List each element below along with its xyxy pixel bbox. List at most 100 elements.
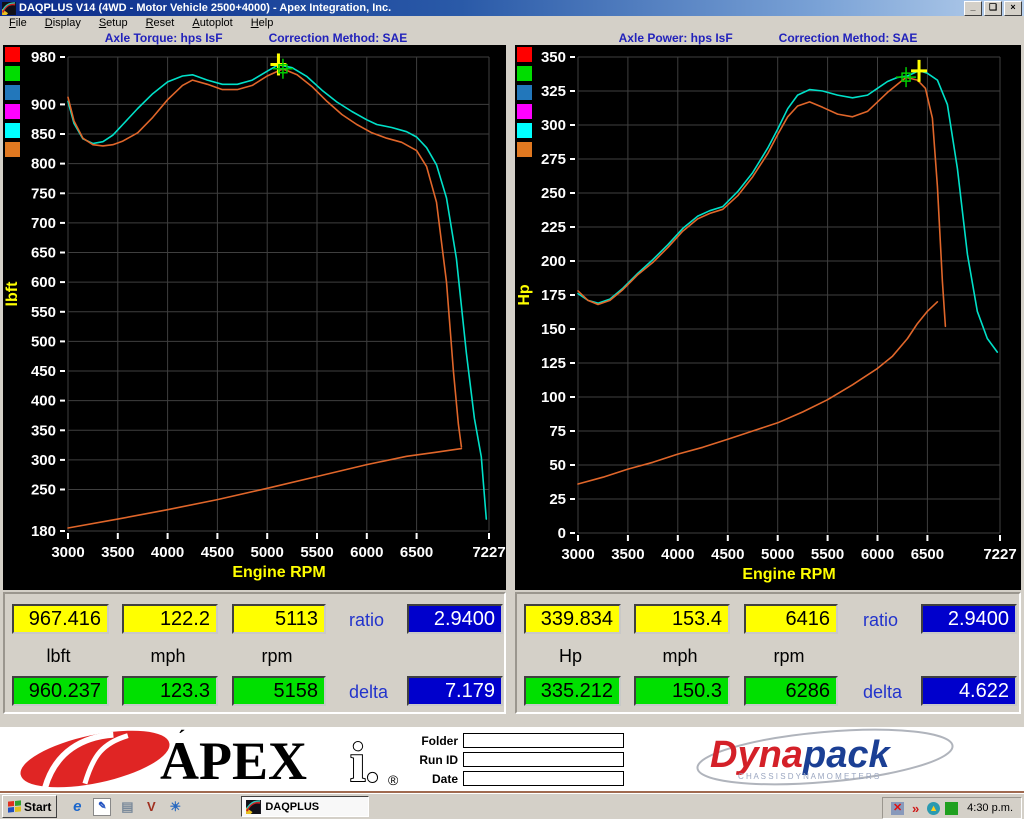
svg-text:´: ´: [178, 729, 185, 750]
power-chart-header: Axle Power: hps IsF Correction Method: S…: [512, 30, 1024, 45]
svg-text:450: 450: [31, 363, 56, 380]
svg-text:150: 150: [541, 321, 566, 338]
power-unit-label: Hp: [524, 646, 617, 667]
network-disconnected-icon[interactable]: ✕: [891, 802, 904, 815]
daqplus-app-icon: [2, 2, 16, 15]
run-info-fields: Folder Run ID Date: [406, 733, 624, 790]
daqplus-app-icon: [246, 800, 261, 814]
ratio-readout: 2.9400: [921, 604, 1017, 634]
delta-readout: 7.179: [407, 676, 503, 706]
daqplus-task-button[interactable]: DAQPLUS: [241, 796, 369, 817]
svg-text:350: 350: [31, 422, 56, 439]
power-chart[interactable]: 3503253002752502252001751501251007550250…: [515, 45, 1021, 590]
status-green-icon[interactable]: [945, 802, 958, 815]
torque-header-title: Axle Torque: hps IsF: [105, 31, 223, 45]
svg-text:pack: pack: [802, 734, 891, 776]
menu-setup[interactable]: Setup: [90, 17, 137, 29]
menu-display[interactable]: Display: [36, 17, 90, 29]
close-button[interactable]: ×: [1004, 1, 1022, 16]
windows-logo-icon: [8, 800, 21, 813]
svg-text:750: 750: [31, 185, 56, 202]
dynapack-subtitle: C H A S S I S D Y N A M O M E T E R S: [738, 772, 879, 781]
torque-chart[interactable]: 9809008508007507006506005505004504003503…: [3, 45, 506, 590]
mph-unit-label: mph: [634, 646, 726, 667]
svg-text:Engine RPM: Engine RPM: [742, 566, 835, 583]
svg-text:25: 25: [549, 491, 566, 508]
peak-mph-readout: 123.3: [122, 676, 218, 706]
svg-text:125: 125: [541, 355, 566, 372]
svg-text:600: 600: [31, 274, 56, 291]
svg-text:5500: 5500: [300, 544, 333, 561]
ratio-label: ratio: [863, 610, 898, 631]
svg-text:4000: 4000: [151, 544, 184, 561]
power-readout-panel: 339.834 153.4 6416 ratio 2.9400 Hp mph r…: [515, 592, 1021, 714]
system-tray: ✕ » ▲ 4:30 p.m.: [882, 797, 1022, 819]
date-label: Date: [406, 772, 458, 786]
delta-label: delta: [863, 682, 902, 703]
torque-chart-header: Axle Torque: hps IsF Correction Method: …: [0, 30, 512, 45]
document-icon[interactable]: ▤: [119, 799, 135, 815]
taskbar: Start e ✎ ▤ V ☀ DAQPLUS ✕ » ▲ 4:30 p.m.: [0, 793, 1024, 819]
svg-text:6000: 6000: [350, 544, 383, 561]
mph-unit-label: mph: [122, 646, 214, 667]
internet-explorer-icon[interactable]: e: [69, 799, 85, 815]
peak-rpm-readout: 5158: [232, 676, 326, 706]
peak-rpm-readout: 6286: [744, 676, 838, 706]
menu-autoplot[interactable]: Autoplot: [183, 17, 241, 29]
svg-text:3500: 3500: [101, 544, 134, 561]
svg-text:0: 0: [558, 525, 566, 542]
svg-text:5000: 5000: [251, 544, 284, 561]
svg-text:900: 900: [31, 96, 56, 113]
svg-text:3000: 3000: [51, 544, 84, 561]
delta-label: delta: [349, 682, 388, 703]
svg-text:5500: 5500: [811, 546, 844, 563]
menu-bar: File Display Setup Reset Autoplot Help: [0, 16, 1024, 31]
cursor-mph-readout: 122.2: [122, 604, 218, 634]
fast-forward-icon[interactable]: »: [909, 802, 922, 815]
minimize-button[interactable]: _: [964, 1, 982, 16]
svg-text:500: 500: [31, 333, 56, 350]
svg-text:225: 225: [541, 219, 566, 236]
start-button[interactable]: Start: [2, 795, 57, 818]
torque-chart-panel[interactable]: 9809008508007507006506005505004504003503…: [3, 45, 506, 590]
svg-text:325: 325: [541, 83, 566, 100]
media-app-icon[interactable]: V: [143, 799, 159, 815]
svg-text:6500: 6500: [911, 546, 944, 563]
power-header-title: Axle Power: hps IsF: [619, 31, 733, 45]
menu-reset[interactable]: Reset: [137, 17, 184, 29]
svg-text:275: 275: [541, 151, 566, 168]
svg-text:400: 400: [31, 393, 56, 410]
restore-button[interactable]: ❏: [984, 1, 1002, 16]
ratio-label: ratio: [349, 610, 384, 631]
folder-input[interactable]: [463, 733, 624, 748]
svg-text:Engine RPM: Engine RPM: [232, 564, 325, 581]
run-id-input[interactable]: [463, 752, 624, 767]
svg-text:4000: 4000: [661, 546, 694, 563]
svg-text:175: 175: [541, 287, 566, 304]
outlook-express-icon[interactable]: ☀: [167, 799, 183, 815]
date-input[interactable]: [463, 771, 624, 786]
svg-text:3000: 3000: [561, 546, 594, 563]
svg-text:7227: 7227: [472, 544, 505, 561]
ratio-readout: 2.9400: [407, 604, 503, 634]
menu-help[interactable]: Help: [242, 17, 283, 29]
svg-text:300: 300: [541, 117, 566, 134]
svg-text:50: 50: [549, 457, 566, 474]
cursor-rpm-readout: 5113: [232, 604, 326, 634]
compose-mail-icon[interactable]: ✎: [93, 798, 111, 816]
svg-text:800: 800: [31, 156, 56, 173]
svg-text:4500: 4500: [711, 546, 744, 563]
cursor-torque-readout: 967.416: [12, 604, 109, 634]
torque-readout-panel: 967.416 122.2 5113 ratio 2.9400 lbft mph…: [3, 592, 506, 714]
svg-text:i.: i.: [350, 732, 380, 789]
torque-header-method: Correction Method: SAE: [269, 31, 408, 45]
menu-file[interactable]: File: [0, 17, 36, 29]
power-chart-panel[interactable]: 3503253002752502252001751501251007550250…: [515, 45, 1021, 590]
apexi-logo: APEX ´ i. ®: [10, 729, 410, 789]
svg-text:®: ®: [388, 772, 399, 788]
title-bar[interactable]: DAQPLUS V14 (4WD - Motor Vehicle 2500+40…: [0, 0, 1024, 16]
svg-text:300: 300: [31, 452, 56, 469]
update-warning-icon[interactable]: ▲: [927, 802, 940, 815]
torque-unit-label: lbft: [12, 646, 105, 667]
peak-torque-readout: 960.237: [12, 676, 109, 706]
